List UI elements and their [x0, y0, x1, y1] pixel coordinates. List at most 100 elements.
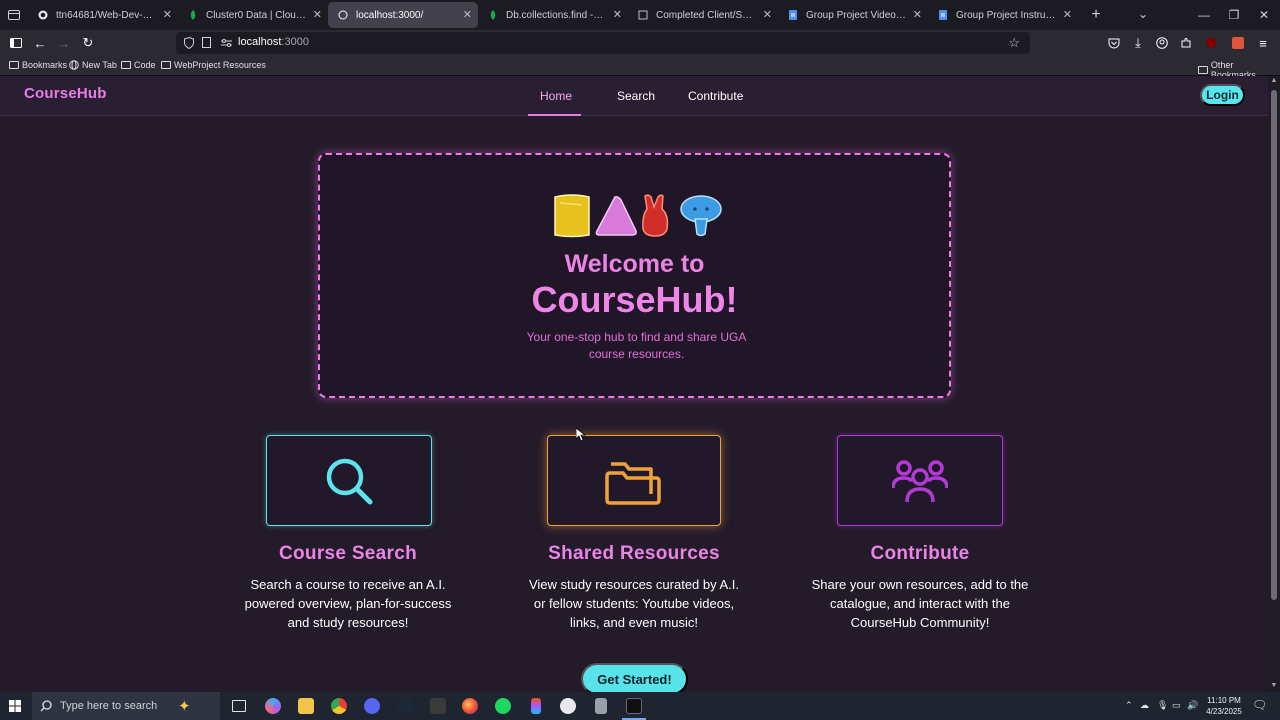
bookmark-folder[interactable]: WebProject Resources: [161, 60, 266, 70]
clock-date: 4/23/2025: [1206, 707, 1242, 716]
github-desktop-icon[interactable]: [560, 698, 576, 714]
extension-red-icon[interactable]: [1228, 34, 1248, 52]
close-icon[interactable]: ✕: [163, 8, 172, 21]
app-icon[interactable]: [430, 698, 446, 714]
task-view-icon[interactable]: [232, 700, 246, 712]
copilot-icon[interactable]: [265, 698, 281, 714]
course-search-card[interactable]: [266, 435, 432, 526]
pink-triangle-mascot-icon: [595, 196, 637, 236]
red-bunny-mascot-icon: [642, 194, 669, 237]
cloud-icon[interactable]: ☁: [1140, 700, 1149, 711]
new-tab-icon[interactable]: +: [1086, 6, 1106, 24]
back-arrow-icon[interactable]: ←: [30, 34, 50, 52]
chevron-down-icon[interactable]: ⌄: [1138, 7, 1148, 21]
bookmark-folder[interactable]: Code: [121, 60, 156, 70]
firefox-icon[interactable]: [462, 698, 478, 714]
network-icon[interactable]: ▭: [1172, 700, 1181, 711]
download-icon[interactable]: ⤓: [1128, 34, 1148, 52]
browser-tab[interactable]: Completed Client/Server Group ✕: [628, 2, 778, 28]
volume-icon[interactable]: 🔊: [1187, 700, 1198, 711]
bookmark-label: Bookmarks: [22, 60, 68, 70]
folder-icon: [1198, 66, 1208, 74]
get-started-button[interactable]: Get Started!: [581, 663, 688, 692]
taskbar-search[interactable]: Type here to search ✦: [32, 692, 220, 720]
taskbar-clock[interactable]: 11:10 PM 4/23/2025: [1204, 695, 1244, 717]
tab-title: localhost:3000/: [356, 9, 424, 21]
page-info-icon[interactable]: [202, 37, 211, 48]
steam-icon[interactable]: [397, 698, 413, 714]
ublock-icon[interactable]: [1201, 34, 1221, 52]
browser-tab[interactable]: Group Project Instructions - 202 ✕: [928, 2, 1078, 28]
file-explorer-icon[interactable]: [298, 698, 314, 714]
feature-title: Shared Resources: [548, 543, 720, 564]
contribute-card[interactable]: [837, 435, 1003, 526]
bookmark-folder[interactable]: Bookmarks: [9, 60, 67, 70]
account-icon[interactable]: [1152, 34, 1172, 52]
docs-icon: [939, 10, 947, 20]
minimize-icon[interactable]: —: [1188, 0, 1220, 30]
nav-contribute[interactable]: Contribute: [688, 89, 743, 103]
restore-icon[interactable]: ❐: [1218, 0, 1250, 30]
chrome-icon[interactable]: [331, 698, 347, 714]
mongodb-leaf-icon: [490, 10, 496, 20]
login-button[interactable]: Login: [1200, 84, 1245, 106]
clock-time: 11:10 PM: [1207, 696, 1241, 705]
forward-arrow-icon[interactable]: →: [54, 34, 74, 52]
microphone-icon[interactable]: 🎙: [1157, 700, 1168, 711]
recycle-bin-icon[interactable]: [595, 698, 607, 714]
windows-start-icon[interactable]: [9, 700, 21, 712]
scroll-down-icon[interactable]: ▼: [1270, 682, 1278, 690]
close-window-icon[interactable]: ✕: [1248, 0, 1280, 30]
mouse-cursor-icon: [576, 428, 586, 442]
shield-icon[interactable]: [184, 37, 194, 49]
permissions-icon[interactable]: [221, 38, 232, 48]
nav-home[interactable]: Home: [540, 89, 572, 103]
feature-description: View study resources curated by A.I. or …: [528, 577, 740, 630]
site-brand[interactable]: CourseHub: [24, 85, 107, 102]
search-icon: [40, 700, 52, 712]
close-icon[interactable]: ✕: [913, 8, 922, 21]
close-icon[interactable]: ✕: [463, 8, 472, 21]
close-icon[interactable]: ✕: [613, 8, 622, 21]
browser-tab[interactable]: Group Project Video Instruction ✕: [778, 2, 928, 28]
close-icon[interactable]: ✕: [763, 8, 772, 21]
folder-icon: [161, 61, 171, 69]
notifications-icon[interactable]: 🗨: [1252, 698, 1267, 712]
spotify-icon[interactable]: [495, 698, 511, 714]
browser-tab-active[interactable]: localhost:3000/ ✕: [328, 2, 478, 28]
extensions-icon[interactable]: [1176, 34, 1196, 52]
bookmark-label: Code: [134, 60, 156, 70]
tab-list-icon[interactable]: [0, 0, 28, 30]
docs-icon: [789, 10, 797, 20]
shared-resources-card[interactable]: [547, 435, 721, 526]
tab-title: Cluster0 Data | Cloud: MongoDB: [206, 9, 306, 21]
address-bar[interactable]: localhost:3000 ☆: [176, 32, 1030, 54]
sparkle-icon: ✦: [178, 698, 191, 715]
sidebar-icon[interactable]: [6, 34, 26, 52]
reload-icon[interactable]: ↻: [78, 34, 98, 52]
scrollbar-thumb[interactable]: [1271, 90, 1277, 600]
star-icon[interactable]: ☆: [1008, 35, 1020, 51]
bookmark-label: New Tab: [82, 60, 117, 70]
pocket-icon[interactable]: [1104, 34, 1124, 52]
globe-icon: [69, 60, 79, 70]
chevron-up-icon[interactable]: ⌃: [1125, 700, 1133, 711]
folder-icon: [605, 461, 661, 505]
feature-title: Course Search: [278, 543, 417, 564]
browser-tab[interactable]: Db.collections.find - Working w ✕: [478, 2, 628, 28]
menu-icon[interactable]: ≡: [1253, 34, 1273, 52]
browser-tab[interactable]: ttn64681/Web-Dev-Group-Proj ✕: [28, 2, 178, 28]
figma-icon[interactable]: [531, 698, 541, 714]
close-icon[interactable]: ✕: [1063, 8, 1072, 21]
nav-search[interactable]: Search: [617, 89, 655, 103]
browser-tab[interactable]: Cluster0 Data | Cloud: MongoDB ✕: [178, 2, 328, 28]
taskbar-search-placeholder: Type here to search: [60, 700, 158, 712]
feature-title: Contribute: [870, 543, 970, 564]
terminal-icon[interactable]: [626, 698, 642, 714]
page-scrollbar[interactable]: ▲ ▼: [1268, 76, 1280, 692]
scroll-up-icon[interactable]: ▲: [1270, 77, 1278, 85]
discord-icon[interactable]: [364, 698, 380, 714]
close-icon[interactable]: ✕: [313, 8, 322, 21]
bookmark-item[interactable]: New Tab: [69, 60, 117, 70]
users-icon: [892, 459, 948, 502]
